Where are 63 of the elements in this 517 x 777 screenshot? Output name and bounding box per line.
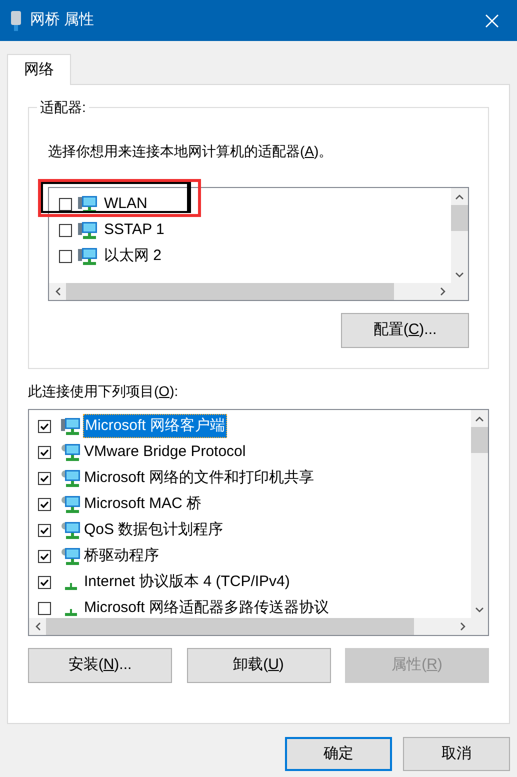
component-name: QoS 数据包计划程序	[83, 520, 224, 540]
bridge-icon	[10, 10, 22, 32]
component-name: Microsoft 网络适配器多路传送器协议	[83, 598, 330, 618]
component-item[interactable]: Microsoft 网络客户端	[29, 413, 471, 439]
computer-icon	[78, 220, 98, 240]
component-item[interactable]: Microsoft 网络的文件和打印机共享	[29, 465, 471, 491]
component-item[interactable]: Microsoft 网络适配器多路传送器协议	[29, 595, 471, 618]
horizontal-scrollbar[interactable]	[29, 618, 488, 635]
vertical-scrollbar[interactable]	[471, 410, 488, 618]
adapter-item[interactable]: 以太网 2	[49, 243, 451, 269]
component-item[interactable]: Internet 协议版本 4 (TCP/IPv4)	[29, 569, 471, 595]
checkbox[interactable]	[59, 250, 72, 262]
computer-gear-icon	[61, 494, 81, 514]
network-protocol-icon	[65, 583, 77, 590]
checkbox[interactable]	[38, 550, 51, 562]
scrollbar-thumb[interactable]	[451, 205, 468, 231]
action-button[interactable]: 安装(N)...	[28, 648, 172, 683]
configure-button[interactable]: 配置(C)...	[341, 313, 469, 348]
component-item[interactable]: Microsoft MAC 桥	[29, 491, 471, 517]
close-icon	[485, 14, 499, 28]
adapter-hint: 选择你想用来连接本地网计算机的适配器(A)。	[48, 142, 334, 161]
checkbox[interactable]	[38, 446, 51, 458]
checkbox[interactable]	[38, 576, 51, 588]
dialog-button[interactable]: 取消	[403, 737, 510, 771]
component-name: 桥驱动程序	[83, 546, 160, 566]
computer-icon	[78, 194, 98, 214]
component-item[interactable]: VMware Bridge Protocol	[29, 439, 471, 465]
component-name: Microsoft 网络的文件和打印机共享	[83, 468, 316, 488]
component-name: VMware Bridge Protocol	[83, 442, 247, 462]
scrollbar-thumb[interactable]	[471, 427, 488, 453]
component-name: Internet 协议版本 4 (TCP/IPv4)	[83, 572, 291, 592]
network-protocol-icon	[65, 609, 77, 616]
computer-icon	[78, 246, 98, 266]
component-item[interactable]: QoS 数据包计划程序	[29, 517, 471, 543]
adapter-item[interactable]: WLAN	[49, 191, 451, 217]
checkbox[interactable]	[59, 224, 72, 236]
adapter-name: WLAN	[104, 194, 148, 214]
window-title: 网桥 属性	[30, 10, 94, 30]
dialog-button[interactable]: 确定	[285, 737, 392, 771]
scrollbar-thumb[interactable]	[66, 283, 394, 300]
checkbox[interactable]	[38, 472, 51, 484]
checkbox[interactable]	[38, 524, 51, 536]
component-name: Microsoft MAC 桥	[83, 494, 203, 514]
checkbox[interactable]	[38, 498, 51, 510]
adapter-item[interactable]: SSTAP 1	[49, 217, 451, 243]
adapter-name: 以太网 2	[104, 246, 162, 266]
computer-gear-icon	[61, 442, 81, 462]
component-item[interactable]: 桥驱动程序	[29, 543, 471, 569]
tab[interactable]: 网络	[7, 54, 71, 85]
computer-gear-icon	[61, 546, 81, 566]
computer-gear-icon	[61, 520, 81, 540]
computer-icon	[61, 416, 81, 436]
components-label: 此连接使用下列项目(O):	[28, 382, 180, 401]
adapter-name: SSTAP 1	[104, 220, 164, 240]
scrollbar-thumb[interactable]	[46, 618, 414, 635]
horizontal-scrollbar[interactable]	[49, 283, 468, 300]
checkbox[interactable]	[38, 602, 51, 614]
component-name: Microsoft 网络客户端	[83, 414, 228, 438]
action-button[interactable]: 卸载(U)	[186, 648, 330, 683]
computer-gear-icon	[61, 468, 81, 488]
vertical-scrollbar[interactable]	[451, 188, 468, 283]
checkbox[interactable]	[59, 198, 72, 210]
checkbox[interactable]	[38, 420, 51, 432]
